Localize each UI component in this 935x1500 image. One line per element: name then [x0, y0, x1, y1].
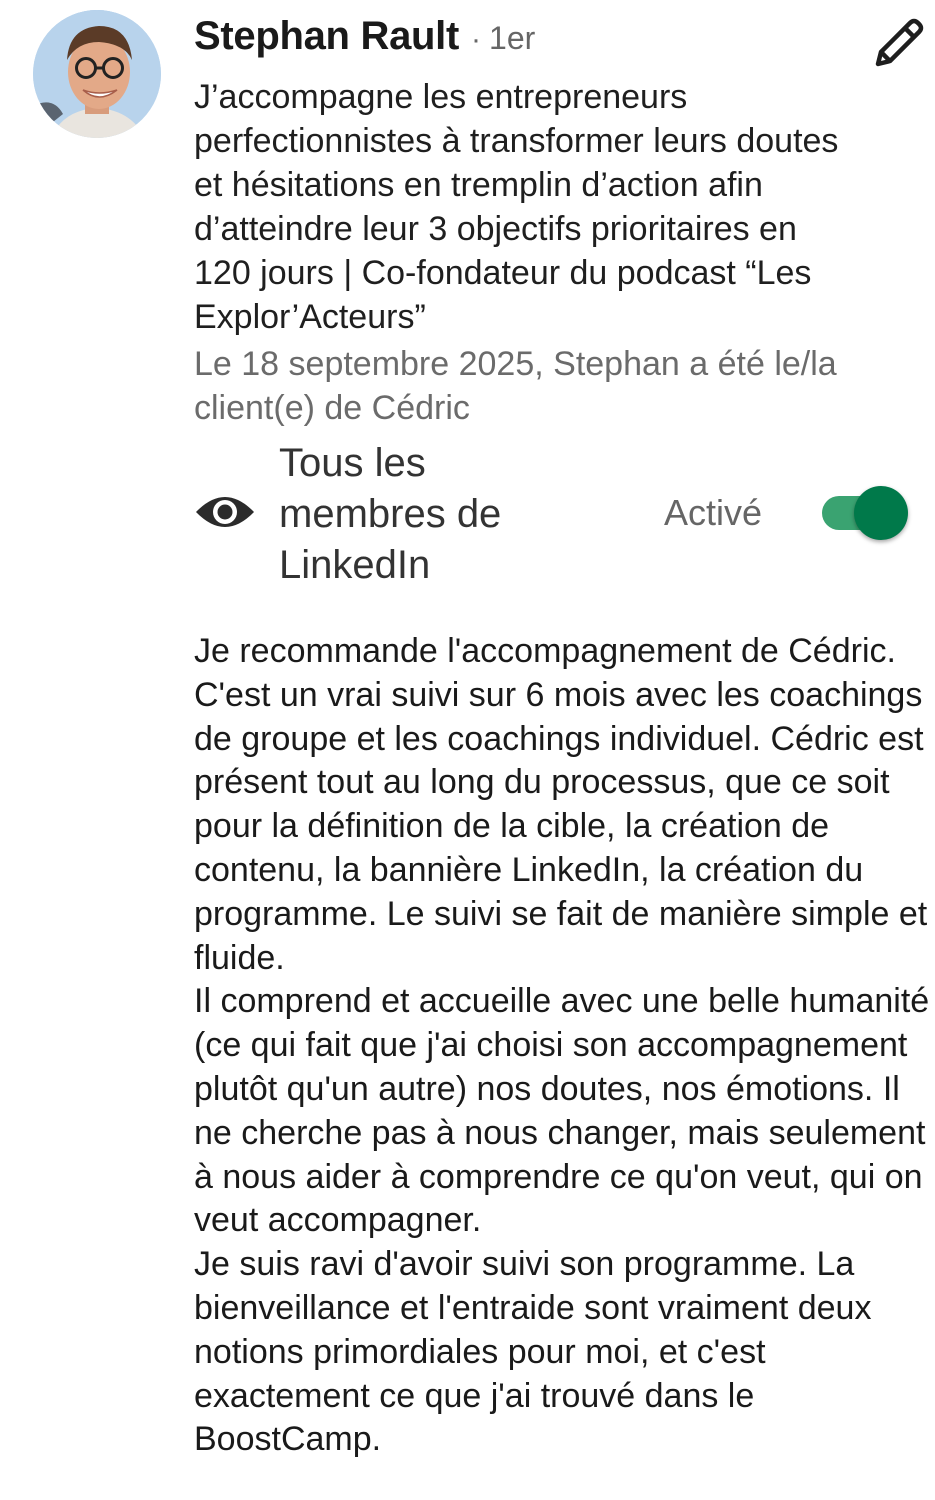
visibility-toggle[interactable]: [820, 484, 910, 540]
profile-headline: J’accompagne les entrepreneurs perfectio…: [194, 78, 839, 336]
visibility-label: Tous les membres de LinkedIn: [279, 441, 502, 587]
recommendation-paragraph: Il comprend et accueille avec une belle …: [194, 982, 930, 1240]
profile-header: Stephan Rault · 1er: [194, 14, 535, 66]
profile-avatar[interactable]: [33, 10, 161, 138]
toggle-thumb: [854, 486, 908, 540]
recommendation-text: Je recommande l'accompagnement de Cédric…: [194, 630, 935, 1462]
eye-icon: [196, 497, 254, 527]
visibility-status: Activé: [664, 492, 763, 533]
edit-button[interactable]: [868, 12, 930, 74]
avatar-photo: [33, 10, 161, 138]
profile-name[interactable]: Stephan Rault: [194, 14, 459, 59]
pencil-icon: [875, 18, 924, 67]
separator-dot: ·: [471, 23, 482, 56]
recommendation-paragraph: Je recommande l'accompagnement de Cédric…: [194, 632, 928, 977]
visibility-setting: Tous les membres de LinkedIn Activé: [194, 438, 919, 588]
recommendation-paragraph: Je suis ravi d'avoir suivi son programme…: [194, 1245, 872, 1459]
connection-degree: 1er: [489, 20, 536, 56]
relationship-text: Le 18 septembre 2025, Stephan a été le/l…: [194, 345, 837, 427]
